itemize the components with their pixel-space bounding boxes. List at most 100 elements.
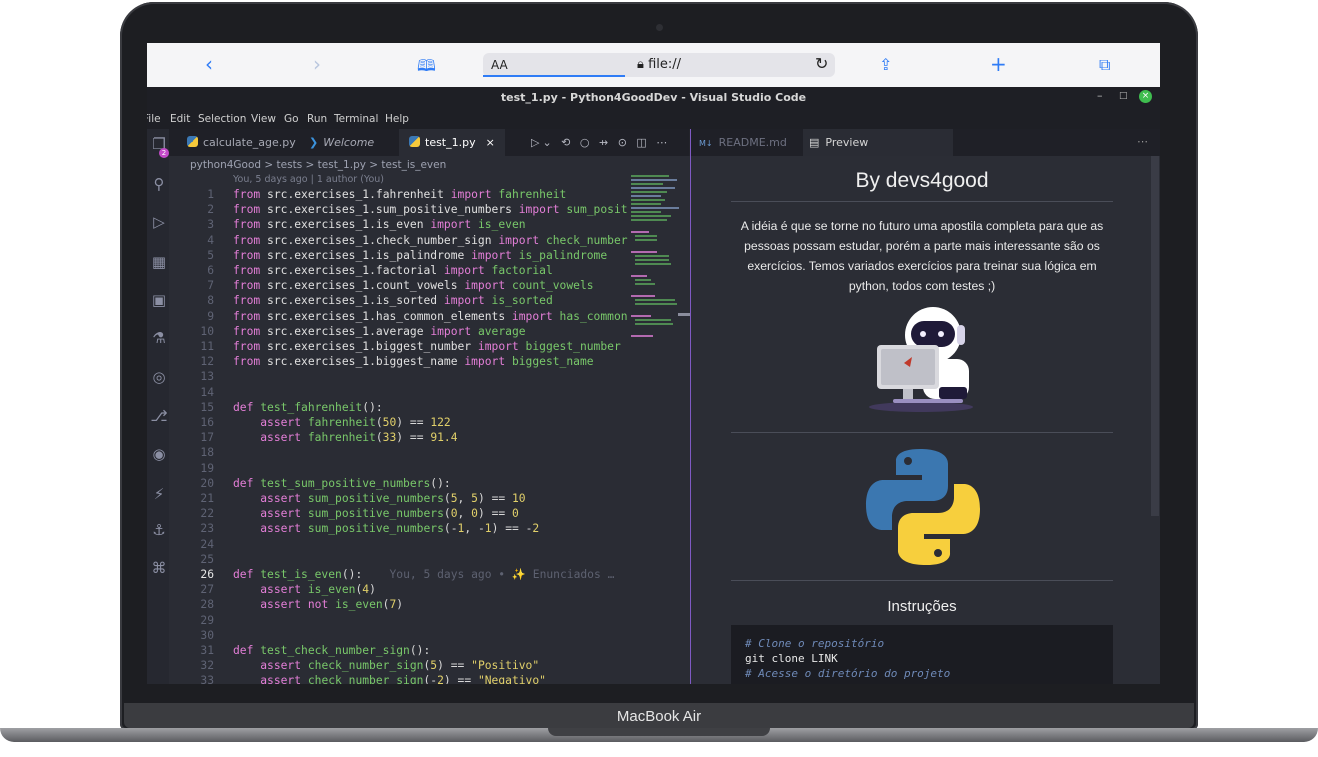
- code-line[interactable]: 32 assert check_number_sign(5) == "Posit…: [169, 658, 629, 673]
- code-line[interactable]: 14: [169, 385, 629, 400]
- code-line[interactable]: 11 from src.exercises_1.biggest_number im…: [169, 339, 629, 354]
- menu-go[interactable]: Go: [284, 113, 299, 125]
- code-line[interactable]: 9 from src.exercises_1.has_common_element…: [169, 309, 629, 324]
- accounts-icon[interactable]: ◎: [150, 368, 168, 386]
- tab-calculate-age[interactable]: calculate_age.py: [177, 129, 299, 156]
- maximize-icon[interactable]: □: [1119, 91, 1128, 101]
- minimap[interactable]: [627, 171, 685, 341]
- chevron-right-icon[interactable]: ›: [313, 52, 321, 76]
- code-line[interactable]: 8 from src.exercises_1.is_sorted import i…: [169, 293, 629, 308]
- line-number: 20: [200, 476, 214, 490]
- editor-actions[interactable]: ▷⌄ ⟲ ○ ⇸ ⊙ ◫ ⋯: [531, 136, 670, 149]
- line-number: 27: [200, 583, 214, 597]
- line-number: 1: [207, 188, 214, 201]
- code-line[interactable]: 27 assert is_even(4): [169, 582, 629, 597]
- tab-close-icon[interactable]: ×: [486, 136, 495, 149]
- code-line[interactable]: 24: [169, 537, 629, 552]
- figma-icon[interactable]: ⌘: [150, 559, 168, 577]
- menu-selection[interactable]: Selection: [198, 113, 246, 125]
- remote-explorer-icon[interactable]: ▣: [150, 291, 168, 309]
- code-line[interactable]: 3 from src.exercises_1.is_even import is_…: [169, 217, 629, 232]
- code-line[interactable]: 20 def test_sum_positive_numbers():: [169, 476, 629, 491]
- code-line[interactable]: 7 from src.exercises_1.count_vowels impor…: [169, 278, 629, 293]
- code-text: from src.exercises_1.biggest_name import…: [233, 355, 594, 369]
- reload-icon[interactable]: ↻: [815, 54, 828, 73]
- line-number: 30: [200, 628, 214, 642]
- url-text[interactable]: 🔒︎ file://: [637, 57, 681, 72]
- search-icon[interactable]: ⚲: [150, 175, 168, 193]
- menu-edit[interactable]: Edit: [170, 113, 190, 125]
- share-icon[interactable]: ⇪: [879, 55, 892, 74]
- tab-readme[interactable]: M↓ README.md: [699, 129, 795, 156]
- vscode-icon: ❯: [309, 136, 319, 149]
- tab-welcome[interactable]: ❯ Welcome: [299, 129, 403, 156]
- menu-run[interactable]: Run: [307, 113, 327, 125]
- plus-icon[interactable]: +: [990, 52, 1007, 76]
- code-line[interactable]: 29: [169, 613, 629, 628]
- testing-icon[interactable]: ⚗: [150, 329, 168, 347]
- line-number: 23: [200, 522, 214, 536]
- lightning-icon[interactable]: ⚡: [150, 485, 168, 503]
- code-text: def test_is_even(): You, 5 days ago • ✨ …: [233, 568, 615, 581]
- docker-icon[interactable]: ⚓: [150, 521, 168, 539]
- book-icon[interactable]: 🕮: [417, 55, 436, 82]
- menu-terminal[interactable]: Terminal: [334, 113, 378, 125]
- code-text: from src.exercises_1.is_palindrome impor…: [233, 248, 608, 262]
- code-line[interactable]: 22 assert sum_positive_numbers(0, 0) == …: [169, 506, 629, 521]
- chevron-left-icon[interactable]: ‹: [205, 52, 213, 76]
- tab-preview-readme[interactable]: ▤Preview README.md×: [803, 129, 953, 176]
- menu-view[interactable]: View: [251, 113, 276, 125]
- divider: [731, 201, 1113, 202]
- tab-label: Welcome: [323, 136, 375, 149]
- preview-scrollbar[interactable]: [1151, 156, 1159, 516]
- code-line[interactable]: 26 def test_is_even(): You, 5 days ago • …: [169, 567, 629, 582]
- divider: [731, 432, 1113, 433]
- preview-icon: ▤: [809, 136, 820, 149]
- code-line[interactable]: 18: [169, 445, 629, 460]
- code-line[interactable]: 25: [169, 552, 629, 567]
- code-line[interactable]: 2 from src.exercises_1.sum_positive_numbe…: [169, 202, 629, 217]
- markdown-icon: M↓: [699, 139, 713, 148]
- line-number: 9: [207, 309, 214, 323]
- code-line[interactable]: 12 from src.exercises_1.biggest_name impo…: [169, 354, 629, 369]
- url-progress: [483, 75, 625, 77]
- code-text: from src.exercises_1.has_common_elements…: [233, 309, 628, 323]
- laptop-notch: [548, 728, 770, 736]
- minimize-icon[interactable]: –: [1097, 89, 1103, 102]
- tabs-icon[interactable]: ⧉: [1099, 55, 1110, 75]
- close-icon[interactable]: ×: [1139, 90, 1152, 103]
- code-line[interactable]: 17 assert fahrenheit(33) == 91.4: [169, 430, 629, 445]
- reader-aa-button[interactable]: AA: [491, 58, 508, 72]
- code-line[interactable]: 33 assert check_number_sign(-2) == "Nega…: [169, 673, 629, 684]
- github-icon[interactable]: ◉: [150, 445, 168, 463]
- code-line[interactable]: 23 assert sum_positive_numbers(-1, -1) =…: [169, 521, 629, 536]
- code-text: from src.exercises_1.average import aver…: [233, 324, 526, 338]
- menu-help[interactable]: Help: [385, 113, 409, 125]
- code-line[interactable]: 5 from src.exercises_1.is_palindrome impo…: [169, 248, 629, 263]
- run-debug-icon[interactable]: ▷: [150, 213, 168, 231]
- source-control-icon[interactable]: ⎇: [150, 407, 168, 425]
- code-line[interactable]: 13: [169, 369, 629, 384]
- code-line[interactable]: 1 from src.exercises_1.fahrenheit import …: [169, 187, 629, 202]
- extensions-icon[interactable]: ▦: [150, 253, 168, 271]
- code-line[interactable]: 21 assert sum_positive_numbers(5, 5) == …: [169, 491, 629, 506]
- code-text: from src.exercises_1.count_vowels import…: [233, 279, 594, 293]
- window-title: test_1.py - Python4GoodDev - Visual Stud…: [500, 91, 807, 104]
- code-line[interactable]: 31 def test_check_number_sign():: [169, 643, 629, 658]
- code-line[interactable]: 10 from src.exercises_1.average import av…: [169, 324, 629, 339]
- code-line[interactable]: 4 from src.exercises_1.check_number_sign …: [169, 233, 629, 248]
- code-line[interactable]: 16 assert fahrenheit(50) == 122: [169, 415, 629, 430]
- tab-test-1[interactable]: test_1.py ×: [399, 129, 505, 156]
- codelens-blame[interactable]: You, 5 days ago | 1 author (You): [233, 174, 384, 185]
- camera: [656, 24, 663, 31]
- code-line[interactable]: 6 from src.exercises_1.factorial import f…: [169, 263, 629, 278]
- code-line[interactable]: 28 assert not is_even(7): [169, 597, 629, 612]
- code-line[interactable]: 30: [169, 628, 629, 643]
- code-line[interactable]: 15 def test_fahrenheit():: [169, 400, 629, 415]
- line-number: 22: [200, 507, 214, 521]
- code-line[interactable]: 19: [169, 461, 629, 476]
- section-heading: Instruções: [887, 598, 957, 615]
- breadcrumb[interactable]: python4Good > tests > test_1.py > test_i…: [190, 159, 446, 171]
- menu-file[interactable]: File: [147, 113, 161, 125]
- more-actions-icon[interactable]: ⋯: [1137, 135, 1148, 148]
